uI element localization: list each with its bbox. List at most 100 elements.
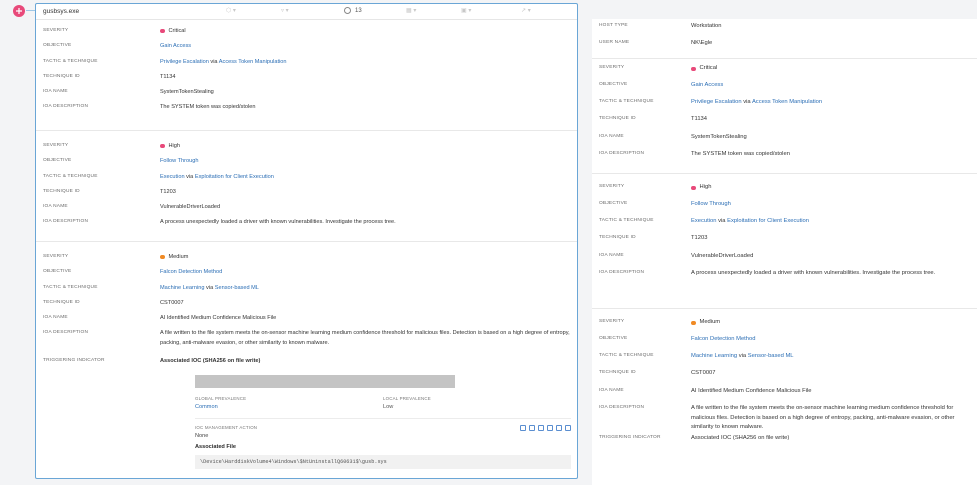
virustotal-icon[interactable] (547, 425, 553, 432)
severity-label: SEVERITY (43, 28, 69, 33)
process-detail-panel: gusbsys.exe ⬡ ▾ ▿ ▾ 13 ▦ ▾ ▣ ▾ ↗ ▾ SEVER… (35, 3, 578, 479)
ioc-hash-redacted[interactable] (195, 375, 455, 389)
ioa-description-label: IOA DESCRIPTION (599, 150, 645, 156)
host-detail-panel: HOST TYPE Workstation USER NAME NK\Egle … (592, 19, 977, 485)
user-name-label: USER NAME (599, 40, 630, 46)
via-text: via (206, 284, 214, 291)
objective-label: OBJECTIVE (43, 43, 72, 49)
tactic-label: TACTIC & TECHNIQUE (43, 173, 98, 179)
ioa-description-label: IOA DESCRIPTION (43, 219, 89, 225)
user-name-value: NK\Egle (691, 40, 713, 47)
tactic-link[interactable]: Machine Learning (691, 353, 737, 359)
objective-label: OBJECTIVE (599, 336, 628, 342)
tactic-link[interactable]: Machine Learning (160, 285, 204, 291)
severity-label: SEVERITY (599, 184, 625, 190)
ioa-description-value: The SYSTEM token was copied/stolen (691, 150, 790, 157)
technique-id-label: TECHNIQUE ID (43, 299, 80, 305)
local-prevalence-label: LOCAL PREVALENCE (383, 396, 431, 402)
severity-dot-icon (691, 185, 696, 191)
grid-icon[interactable]: ▦ ▾ (406, 7, 416, 14)
ioa-description-label: IOA DESCRIPTION (43, 104, 89, 110)
detection-medium: SEVERITY Medium OBJECTIVE Falcon Detecti… (36, 242, 577, 477)
severity-value: High (691, 183, 711, 193)
technique-id-label: TECHNIQUE ID (599, 235, 636, 241)
objective-label: OBJECTIVE (43, 158, 72, 164)
severity-value: Medium (160, 253, 188, 261)
severity-label: SEVERITY (43, 143, 69, 148)
tactic-link[interactable]: Execution (691, 218, 716, 224)
technique-link[interactable]: Access Token Manipulation (752, 99, 822, 105)
tactic-link[interactable]: Execution (160, 174, 185, 180)
ioa-name-value: SystemTokenStealing (691, 133, 747, 140)
severity-value: Critical (691, 64, 717, 74)
technique-link[interactable]: Sensor-based ML (215, 285, 259, 291)
objective-link[interactable]: Gain Access (691, 82, 723, 88)
objective-link[interactable]: Gain Access (160, 43, 191, 49)
arrow-icon[interactable]: ↗ ▾ (521, 7, 531, 14)
search-icon[interactable] (529, 425, 535, 432)
ioa-description-value: A file written to the file system meets … (160, 330, 570, 347)
severity-label: SEVERITY (43, 254, 69, 259)
via-text: via (738, 353, 747, 360)
tactic-link[interactable]: Privilege Escalation (691, 99, 742, 105)
via-text: via (743, 99, 751, 106)
detection-critical: SEVERITY Critical OBJECTIVE Gain Access … (36, 20, 577, 131)
target-icon (344, 7, 351, 14)
hexagon-icon[interactable]: ⬡ ▾ (226, 7, 236, 14)
technique-link[interactable]: Sensor-based ML (748, 353, 794, 359)
zoom-icon[interactable] (538, 425, 544, 432)
ioa-description-value: A process unexpectedly loaded a driver w… (691, 269, 936, 276)
technique-link[interactable]: Exploitation for Client Execution (195, 174, 274, 180)
ioa-description-label: IOA DESCRIPTION (599, 269, 645, 275)
technique-id-value: T1203 (691, 235, 708, 242)
process-node-icon[interactable] (13, 5, 25, 17)
divider (195, 418, 571, 420)
branch-icon[interactable]: ▣ ▾ (461, 7, 471, 14)
process-name[interactable]: gusbsys.exe (36, 8, 216, 15)
ioa-description-label: IOA DESCRIPTION (599, 404, 645, 410)
tactic-link[interactable]: Privilege Escalation (160, 59, 209, 65)
via-text: via (210, 58, 218, 65)
objective-link[interactable]: Falcon Detection Method (160, 269, 222, 275)
ioa-name-label: IOA NAME (599, 387, 624, 393)
severity-dot-icon (160, 28, 165, 34)
severity-value: Critical (160, 27, 186, 35)
ioc-details: GLOBAL PREVALENCE Common LOCAL PREVALENC… (36, 368, 577, 473)
tactic-label: TACTIC & TECHNIQUE (599, 218, 654, 224)
via-text: via (186, 173, 194, 180)
ioa-name-label: IOA NAME (43, 89, 68, 95)
via-text: via (718, 218, 726, 225)
block-icon[interactable] (556, 425, 562, 432)
ioa-description-label: IOA DESCRIPTION (43, 330, 89, 336)
ioc-management-value: None (195, 433, 209, 440)
associated-file-path[interactable]: \Device\HarddiskVolume4\Windows\$NtUnins… (195, 455, 571, 470)
copy-icon[interactable] (520, 425, 526, 432)
filter-icon[interactable]: ▿ ▾ (281, 7, 289, 14)
objective-link[interactable]: Falcon Detection Method (691, 336, 755, 342)
triggering-indicator-label: TRIGGERING INDICATOR (599, 435, 661, 441)
technique-id-value: T1203 (160, 188, 176, 195)
global-prevalence-value[interactable]: Common (195, 404, 383, 410)
ioa-description-value: A file written to the file system meets … (691, 404, 955, 431)
objective-link[interactable]: Follow Through (691, 201, 731, 207)
ioa-description-value: The SYSTEM token was copied/stolen (160, 104, 256, 111)
detection-high: SEVERITY High OBJECTIVE Follow Through T… (592, 174, 977, 310)
objective-link[interactable]: Follow Through (160, 158, 198, 164)
ioc-management-label: IOC MANAGEMENT ACTION (195, 425, 258, 431)
detection-critical: SEVERITY Critical OBJECTIVE Gain Access … (592, 59, 977, 175)
ioa-name-label: IOA NAME (43, 315, 68, 321)
export-icon[interactable] (565, 425, 571, 432)
technique-id-label: TECHNIQUE ID (599, 370, 636, 376)
ioc-management-row: IOC MANAGEMENT ACTION None (195, 425, 571, 439)
ioa-name-value: AI Identified Medium Confidence Maliciou… (160, 315, 277, 322)
technique-id-value: CST0007 (160, 299, 184, 306)
ioc-action-icons (520, 425, 571, 439)
technique-id-label: TECHNIQUE ID (599, 116, 636, 122)
technique-link[interactable]: Exploitation for Client Execution (727, 218, 809, 224)
severity-label: SEVERITY (599, 319, 625, 325)
ioa-name-label: IOA NAME (43, 204, 68, 210)
severity-value: Medium (691, 318, 720, 328)
detection-count[interactable]: 13 (344, 7, 362, 14)
severity-dot-icon (160, 143, 165, 149)
technique-link[interactable]: Access Token Manipulation (219, 59, 287, 65)
